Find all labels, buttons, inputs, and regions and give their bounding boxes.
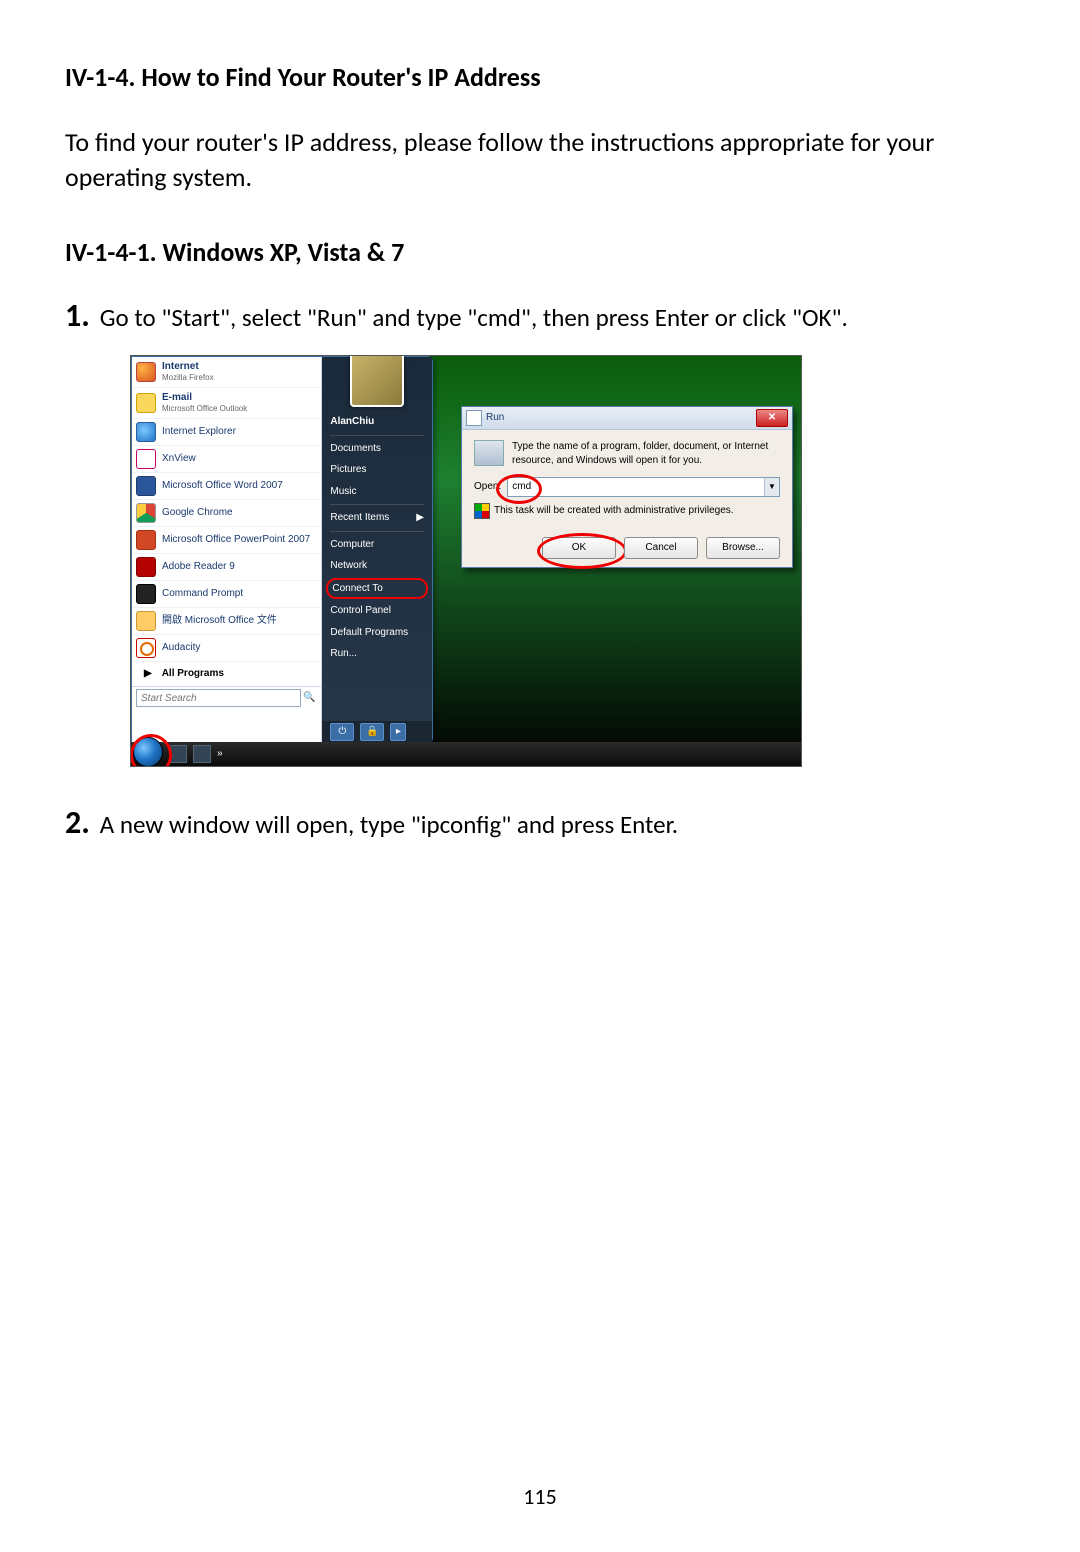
start-menu-item-internet[interactable]: Internet Mozilla Firefox: [132, 357, 321, 388]
link-control-panel[interactable]: Control Panel: [330, 600, 424, 622]
chevron-right-icon: ▶: [416, 511, 424, 525]
run-dialog: Run ✕ Type the name of a program, folder…: [461, 406, 793, 568]
start-button[interactable]: [133, 737, 163, 767]
link-pictures[interactable]: Pictures: [330, 459, 424, 481]
open-combo[interactable]: ▼: [507, 477, 780, 497]
taskbar-icon-1[interactable]: [169, 745, 187, 763]
start-menu-item-cmd[interactable]: Command Prompt: [132, 581, 321, 608]
start-menu-item-msoffice-file[interactable]: 開啟 Microsoft Office 文件: [132, 608, 321, 635]
run-title-text: Run: [486, 411, 504, 425]
xnview-icon: [136, 449, 156, 469]
start-menu-item-chrome[interactable]: Google Chrome: [132, 500, 321, 527]
email-title: E-mail: [162, 392, 192, 403]
step-1: 1. Go to "Start", select "Run" and type …: [65, 300, 1015, 335]
taskbar-icon-2[interactable]: [193, 745, 211, 763]
start-search-input[interactable]: [136, 689, 301, 707]
link-recent-items[interactable]: Recent Items ▶: [330, 504, 424, 529]
start-menu-item-xnview[interactable]: XnView: [132, 446, 321, 473]
link-computer[interactable]: Computer: [330, 531, 424, 556]
firefox-icon: [136, 362, 156, 382]
step-2-text: A new window will open, type "ipconfig" …: [100, 808, 678, 842]
cancel-button[interactable]: Cancel: [624, 537, 698, 559]
start-menu-item-powerpoint[interactable]: Microsoft Office PowerPoint 2007: [132, 527, 321, 554]
internet-title: Internet: [162, 361, 199, 372]
shield-icon: [474, 503, 490, 519]
section-heading: IV-1-4. How to Find Your Router's IP Add…: [65, 60, 1015, 95]
user-picture[interactable]: [350, 355, 404, 407]
outlook-icon: [136, 393, 156, 413]
run-body-icon: [474, 440, 504, 466]
link-run[interactable]: Run...: [330, 643, 424, 665]
intro-paragraph: To find your router's IP address, please…: [65, 125, 1015, 195]
ok-button[interactable]: OK: [542, 537, 616, 559]
arrow-right-icon: ▶: [144, 667, 152, 681]
start-menu-item-word[interactable]: Microsoft Office Word 2007: [132, 473, 321, 500]
link-default-programs[interactable]: Default Programs: [330, 622, 424, 644]
start-menu-item-adobe[interactable]: Adobe Reader 9: [132, 554, 321, 581]
step-1-number: 1.: [65, 300, 90, 332]
power-button[interactable]: ⏻: [330, 723, 354, 741]
page-number: 115: [65, 1482, 1015, 1512]
shutdown-options-button[interactable]: ▸: [390, 723, 406, 741]
powerpoint-icon: [136, 530, 156, 550]
user-name[interactable]: AlanChiu: [330, 411, 424, 433]
adobe-reader-icon: [136, 557, 156, 577]
open-label: Open:: [474, 480, 501, 494]
subsection-heading: IV-1-4-1. Windows XP, Vista & 7: [65, 235, 1015, 270]
run-description: Type the name of a program, folder, docu…: [512, 440, 780, 467]
internet-sub: Mozilla Firefox: [162, 373, 317, 384]
power-row: ⏻ 🔒 ▸: [322, 721, 432, 743]
audacity-icon: [136, 638, 156, 658]
link-network[interactable]: Network: [330, 555, 424, 577]
office-file-icon: [136, 611, 156, 631]
start-menu-item-email[interactable]: E-mail Microsoft Office Outlook: [132, 388, 321, 419]
browse-button[interactable]: Browse...: [706, 537, 780, 559]
search-icon[interactable]: 🔍: [301, 690, 317, 706]
taskbar-expand-icon[interactable]: »: [217, 747, 223, 761]
link-connect-to[interactable]: Connect To: [326, 578, 428, 600]
start-menu-left-column: Internet Mozilla Firefox E-mail Microsof…: [132, 357, 322, 743]
close-button[interactable]: ✕: [756, 409, 788, 427]
taskbar: »: [131, 742, 801, 766]
dropdown-arrow-icon[interactable]: ▼: [764, 478, 779, 496]
step-2-number: 2.: [65, 807, 90, 839]
all-programs[interactable]: ▶ All Programs: [132, 662, 321, 686]
start-menu-item-audacity[interactable]: Audacity: [132, 635, 321, 662]
run-titlebar: Run ✕: [462, 407, 792, 430]
start-menu: Internet Mozilla Firefox E-mail Microsof…: [131, 356, 433, 744]
chrome-icon: [136, 503, 156, 523]
run-dialog-icon: [466, 410, 482, 426]
step-2: 2. A new window will open, type "ipconfi…: [65, 807, 1015, 842]
privilege-text: This task will be created with administr…: [494, 504, 734, 518]
lock-button[interactable]: 🔒: [360, 723, 384, 741]
open-input[interactable]: [508, 478, 764, 494]
screenshot-start-run: Internet Mozilla Firefox E-mail Microsof…: [130, 355, 802, 767]
link-music[interactable]: Music: [330, 481, 424, 503]
ie-icon: [136, 422, 156, 442]
step-1-text: Go to "Start", select "Run" and type "cm…: [100, 301, 848, 335]
email-sub: Microsoft Office Outlook: [162, 404, 317, 415]
word-icon: [136, 476, 156, 496]
start-search-row: 🔍: [132, 686, 321, 709]
link-documents[interactable]: Documents: [330, 435, 424, 460]
start-menu-item-ie[interactable]: Internet Explorer: [132, 419, 321, 446]
start-menu-right-column: AlanChiu Documents Pictures Music Recent…: [322, 357, 432, 743]
command-prompt-icon: [136, 584, 156, 604]
